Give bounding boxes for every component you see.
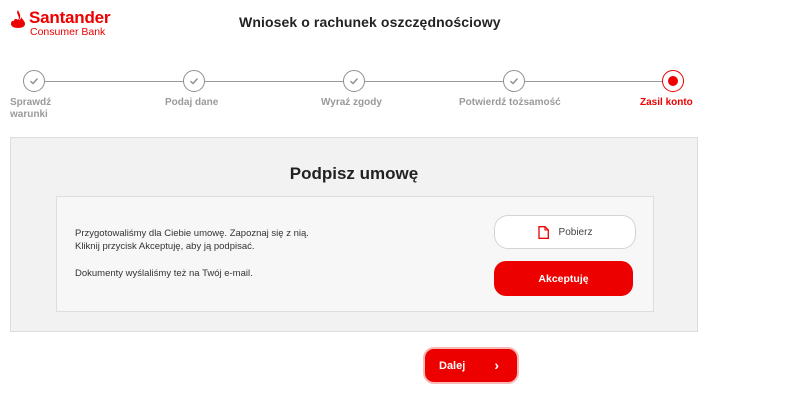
page-title: Wniosek o rachunek oszczędnościowy <box>239 14 501 30</box>
step-5-label: Zasil konto <box>640 97 693 108</box>
brand-subtitle: Consumer Bank <box>30 26 106 38</box>
step-2-circle <box>183 70 205 92</box>
step-3-label: Wyraź zgody <box>321 97 382 108</box>
accept-button[interactable]: Akceptuję <box>494 261 633 296</box>
active-dot-icon <box>668 76 678 86</box>
panel-title: Podpisz umowę <box>289 164 419 183</box>
step-1-circle <box>23 70 45 92</box>
chevron-right-icon: › <box>494 357 499 373</box>
download-label: Pobierz <box>558 226 593 238</box>
document-icon <box>537 225 549 239</box>
step-1-label-line2: warunki <box>10 109 48 120</box>
step-1-label: Sprawdź warunki <box>10 97 51 121</box>
download-button[interactable]: Pobierz <box>494 215 636 249</box>
email-info-text: Dokumenty wyślaliśmy też na Twój e-mail. <box>75 268 253 279</box>
brand-name: Santander <box>29 8 111 27</box>
check-icon <box>30 78 39 85</box>
next-button[interactable]: Dalej › <box>423 347 519 384</box>
contract-info-line1: Przygotowaliśmy dla Ciebie umowę. Zapozn… <box>75 228 309 239</box>
step-connector <box>525 81 662 82</box>
sign-contract-panel: Podpisz umowę Przygotowaliśmy dla Ciebie… <box>10 137 698 332</box>
step-4-circle <box>503 70 525 92</box>
step-3-circle <box>343 70 365 92</box>
step-2-label: Podaj dane <box>165 97 219 108</box>
step-connector <box>45 81 184 82</box>
step-5-circle-active <box>662 70 684 92</box>
check-icon <box>510 78 519 85</box>
step-1-label-line1: Sprawdź <box>10 97 52 108</box>
step-connector <box>365 81 503 82</box>
check-icon <box>350 78 359 85</box>
contract-box: Przygotowaliśmy dla Ciebie umowę. Zapozn… <box>56 196 654 312</box>
check-icon <box>190 78 199 85</box>
step-4-label: Potwierdź tożsamość <box>459 97 561 108</box>
flame-icon <box>11 10 25 28</box>
contract-info-line2: Kliknij przycisk Akceptuję, aby ją podpi… <box>75 241 255 252</box>
santander-logo: Santander Consumer Bank <box>10 8 111 38</box>
next-label: Dalej <box>439 359 466 372</box>
step-connector <box>205 81 343 82</box>
